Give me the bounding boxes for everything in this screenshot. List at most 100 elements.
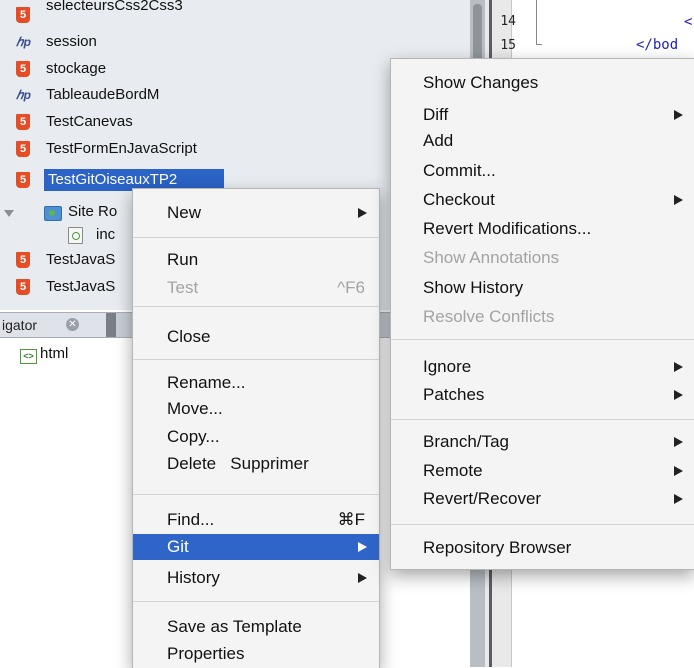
menu-item-label: Rename... <box>167 373 246 392</box>
submenu-arrow-icon <box>358 542 367 552</box>
tree-item-label: TestJavaS <box>46 278 116 295</box>
html5-icon: 5 <box>16 141 30 157</box>
git-item-patches[interactable]: Patches <box>391 382 694 408</box>
git-item-show-changes[interactable]: Show Changes <box>391 70 694 96</box>
html5-icon: 5 <box>16 114 30 130</box>
menu-shortcut: ⌘F <box>337 510 365 529</box>
menu-item-properties[interactable]: Properties <box>133 641 379 667</box>
menu-item-label: Find... <box>167 510 215 529</box>
tree-item-label: TestJavaS <box>46 251 116 268</box>
html5-icon: 5 <box>16 7 30 23</box>
git-item-commit[interactable]: Commit... <box>391 158 694 184</box>
line-number: 14 <box>500 14 516 29</box>
context-menu: New Run Test ^F6 Close Rename... Move...… <box>132 188 380 668</box>
menu-item-label: Revert Modifications... <box>423 219 592 238</box>
menu-item-find[interactable]: Find... ⌘F <box>133 507 379 533</box>
git-item-checkout[interactable]: Checkout <box>391 187 694 213</box>
navigator-tab-label: igator <box>2 317 38 333</box>
menu-item-copy[interactable]: Copy... <box>133 424 379 450</box>
tree-item-label: TestFormEnJavaScript <box>46 140 197 157</box>
html-tag-icon: <> <box>20 349 37 364</box>
tree-item-site-root[interactable]: Site Ro <box>0 201 140 223</box>
tree-item-label: inc <box>96 226 116 243</box>
menu-item-label: History <box>167 568 220 587</box>
git-item-branch-tag[interactable]: Branch/Tag <box>391 429 694 455</box>
menu-separator <box>391 339 694 340</box>
menu-item-label: Revert/Recover <box>423 489 542 508</box>
menu-item-label: Show Annotations <box>423 248 560 267</box>
tree-item-index[interactable]: inc <box>0 224 140 246</box>
html5-icon: 5 <box>16 61 30 77</box>
git-item-repository-browser[interactable]: Repository Browser <box>391 535 694 561</box>
git-item-ignore[interactable]: Ignore <box>391 354 694 380</box>
close-icon[interactable]: ✕ <box>66 318 79 331</box>
navigator-item-html[interactable]: html <box>40 345 68 362</box>
navigator-tab[interactable]: igator ✕ <box>0 313 107 337</box>
git-item-revert-recover[interactable]: Revert/Recover <box>391 486 694 512</box>
menu-item-save-as-template[interactable]: Save as Template <box>133 614 379 640</box>
submenu-arrow-icon <box>674 437 683 447</box>
fold-guide-end <box>536 44 542 45</box>
menu-item-label: Remote <box>423 461 483 480</box>
menu-item-label: Properties <box>167 644 245 663</box>
menu-item-label: Ignore <box>423 357 472 376</box>
menu-item-label: Checkout <box>423 190 495 209</box>
fold-guide <box>536 0 537 45</box>
menu-item-close[interactable]: Close <box>133 324 379 350</box>
menu-item-label: Close <box>167 327 211 346</box>
code-line: </bod <box>636 37 679 53</box>
tree-item-label: session <box>46 33 97 50</box>
php-icon: ℎp <box>16 88 31 102</box>
tree-item-label: TestCanevas <box>46 113 133 130</box>
code-line: < <box>684 14 693 30</box>
git-item-add[interactable]: Add <box>391 128 694 154</box>
menu-item-git[interactable]: Git <box>133 534 379 560</box>
expand-triangle-icon[interactable] <box>4 210 14 217</box>
menu-item-test: Test ^F6 <box>133 275 379 301</box>
menu-item-new[interactable]: New <box>133 200 379 226</box>
line-number: 15 <box>500 38 516 53</box>
menu-item-label: Save as Template <box>167 617 302 636</box>
menu-item-label: Move... <box>167 399 223 418</box>
folder-icon <box>44 206 62 221</box>
menu-separator <box>391 419 694 420</box>
git-item-diff[interactable]: Diff <box>391 102 694 128</box>
tree-item-testjavascript-1[interactable]: 5 TestJavaS <box>0 249 140 271</box>
html-file-icon <box>68 227 83 244</box>
menu-item-label: Copy... <box>167 427 220 446</box>
menu-item-label: Resolve Conflicts <box>423 307 555 326</box>
submenu-arrow-icon <box>674 466 683 476</box>
php-icon: ℎp <box>16 35 31 49</box>
submenu-arrow-icon <box>358 208 367 218</box>
tree-item-label: selecteursCss2Css3 <box>46 0 183 14</box>
menu-item-label: Diff <box>423 105 449 124</box>
menu-item-label: Repository Browser <box>423 538 572 557</box>
git-item-resolve-conflicts: Resolve Conflicts <box>391 304 694 330</box>
git-item-remote[interactable]: Remote <box>391 458 694 484</box>
git-item-revert-modifications[interactable]: Revert Modifications... <box>391 216 694 242</box>
menu-separator <box>133 359 379 360</box>
menu-separator <box>391 524 694 525</box>
html5-icon: 5 <box>16 252 30 268</box>
menu-item-delete[interactable]: Delete Supprimer <box>133 451 379 477</box>
submenu-arrow-icon <box>674 494 683 504</box>
menu-item-rename[interactable]: Rename... <box>133 370 379 396</box>
tree-item-testjavascript-2[interactable]: 5 TestJavaS <box>0 276 140 298</box>
menu-shortcut: ^F6 <box>337 278 365 297</box>
menu-item-history[interactable]: History <box>133 565 379 591</box>
menu-item-label: Test <box>167 278 199 297</box>
menu-item-label: Show Changes <box>423 73 539 92</box>
git-item-show-history[interactable]: Show History <box>391 275 694 301</box>
submenu-arrow-icon <box>358 573 367 583</box>
menu-separator <box>133 306 379 307</box>
menu-item-run[interactable]: Run <box>133 247 379 273</box>
submenu-arrow-icon <box>674 390 683 400</box>
menu-item-label: Commit... <box>423 161 496 180</box>
menu-separator <box>133 237 379 238</box>
menu-separator <box>133 601 379 602</box>
menu-item-label: Show History <box>423 278 524 297</box>
git-item-show-annotations: Show Annotations <box>391 245 694 271</box>
menu-item-label: New <box>167 203 202 222</box>
tree-item-label: Site Ro <box>68 203 118 220</box>
menu-item-move[interactable]: Move... <box>133 396 379 422</box>
